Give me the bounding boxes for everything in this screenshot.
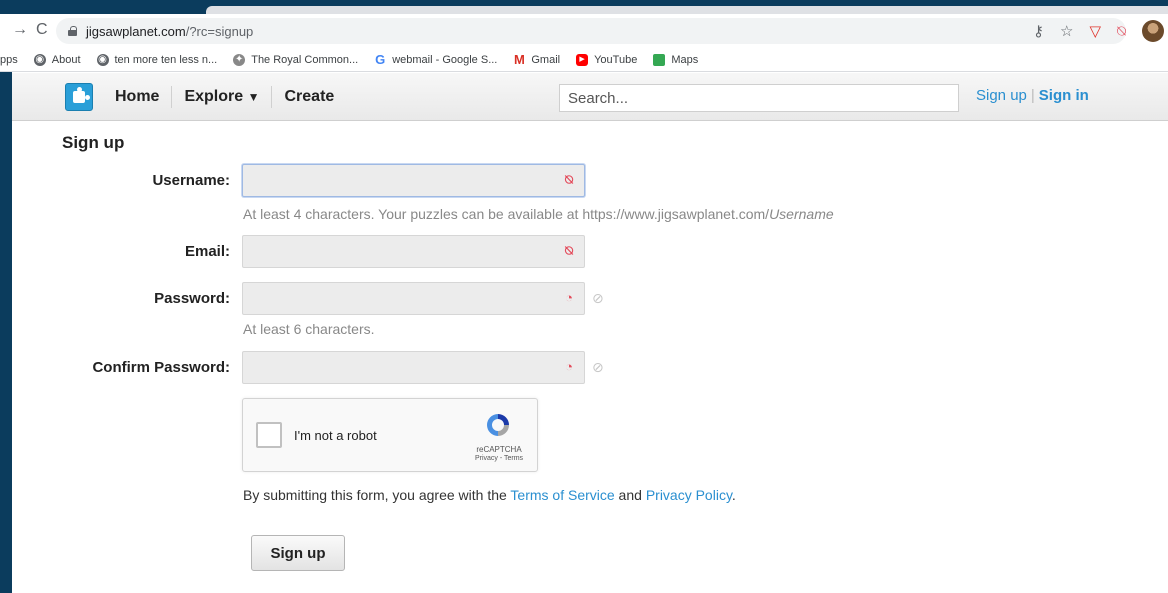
password-generator-icon[interactable]: ◔ (562, 291, 576, 305)
globe-icon: ◉ (33, 53, 46, 66)
bookmark-apps[interactable]: pps (0, 54, 18, 66)
bookmarks-bar: pps ◉ About ◉ ten more ten less n... ✦ The … (0, 48, 1168, 72)
caret-down-icon: ▼ (247, 90, 260, 104)
auth-links: Sign up | Sign in (976, 87, 1089, 104)
bookmark-youtube[interactable]: ▶ YouTube (576, 53, 637, 66)
bookmark-gmail[interactable]: M Gmail (513, 51, 560, 67)
recaptcha-checkbox[interactable] (256, 422, 282, 448)
signin-link[interactable]: Sign in (1039, 87, 1089, 104)
recaptcha-terms[interactable]: Privacy - Terms (469, 455, 529, 462)
key-icon[interactable]: ⚷ (1033, 22, 1044, 40)
agreement-text: By submitting this form, you agree with … (243, 487, 736, 503)
shield-extension-icon[interactable]: ▽ (1089, 22, 1101, 40)
gmail-icon: M (513, 51, 525, 67)
url-box[interactable]: jigsawplanet.com/?rc=signup (56, 18, 1126, 44)
keeper-extension-icon[interactable]: ⍉ (1117, 23, 1126, 40)
signup-link[interactable]: Sign up (976, 87, 1027, 104)
extension-icons: ⚷ ☆ ▽ ⍉ (1033, 14, 1168, 48)
tab-strip (0, 0, 1168, 14)
confirm-password-label: Confirm Password: (92, 359, 230, 376)
password-generator-icon[interactable]: ◔ (562, 360, 576, 374)
bookmark-about[interactable]: ◉ About (33, 53, 81, 66)
globe-icon: ◉ (96, 53, 109, 66)
recaptcha-widget: I'm not a robot reCAPTCHA Privacy - Term… (242, 398, 538, 472)
bookmark-maps[interactable]: Maps (653, 53, 698, 66)
profile-avatar[interactable] (1142, 20, 1164, 42)
page-title: Sign up (62, 133, 125, 152)
username-label: Username: (152, 172, 230, 189)
privacy-policy-link[interactable]: Privacy Policy (646, 487, 732, 503)
eye-slash-icon[interactable]: ⊘ (592, 291, 612, 305)
recaptcha-logo-icon (487, 414, 509, 436)
nav-home[interactable]: Home (115, 86, 173, 108)
email-field[interactable] (242, 235, 585, 268)
crest-icon: ✦ (233, 53, 246, 66)
terms-of-service-link[interactable]: Terms of Service (510, 487, 614, 503)
password-label: Password: (154, 290, 230, 307)
username-hint: At least 4 characters. Your puzzles can … (243, 206, 834, 222)
bookmark-webmail[interactable]: Gwebmail - Google S... (374, 51, 497, 67)
auth-separator: | (1030, 87, 1035, 104)
youtube-icon: ▶ (576, 53, 589, 66)
signup-submit-button[interactable]: Sign up (251, 535, 345, 571)
bookmark-royal-common[interactable]: ✦ The Royal Common... (233, 53, 358, 66)
reload-icon[interactable]: C (36, 21, 48, 39)
username-field[interactable] (242, 164, 585, 197)
bookmark-ten-more-ten-less[interactable]: ◉ ten more ten less n... (96, 53, 217, 66)
back-arrow-icon[interactable]: → (12, 21, 28, 39)
eye-slash-icon[interactable]: ⊘ (592, 360, 612, 374)
jigsaw-logo-icon[interactable] (65, 83, 93, 111)
site-header: Home Explore ▼ Create Sign up|Sign in (12, 73, 1168, 121)
recaptcha-brand: reCAPTCHA (476, 445, 522, 454)
recaptcha-label: I'm not a robot (294, 428, 377, 443)
active-tab-edge[interactable] (206, 6, 1168, 14)
keeper-fill-icon[interactable]: ⍉ (562, 173, 576, 187)
email-label: Email: (184, 243, 230, 260)
search-input[interactable] (559, 84, 959, 112)
confirm-password-field[interactable] (242, 351, 585, 384)
nav-explore[interactable]: Explore ▼ (172, 86, 273, 108)
site-nav: Home Explore ▼ Create (115, 73, 346, 121)
keeper-fill-icon[interactable]: ⍉ (562, 244, 576, 258)
google-icon: G (375, 51, 386, 67)
address-bar: → C jigsawplanet.com/?rc=signup ⚷ ☆ ▽ ⍉ (0, 14, 1168, 48)
url-text: jigsawplanet.com/?rc=signup (86, 23, 254, 39)
nav-create[interactable]: Create (272, 86, 346, 108)
password-hint: At least 6 characters. (243, 321, 375, 337)
star-icon[interactable]: ☆ (1060, 22, 1073, 40)
password-field[interactable] (242, 282, 585, 315)
maps-icon (653, 53, 666, 66)
lock-icon (68, 26, 77, 36)
